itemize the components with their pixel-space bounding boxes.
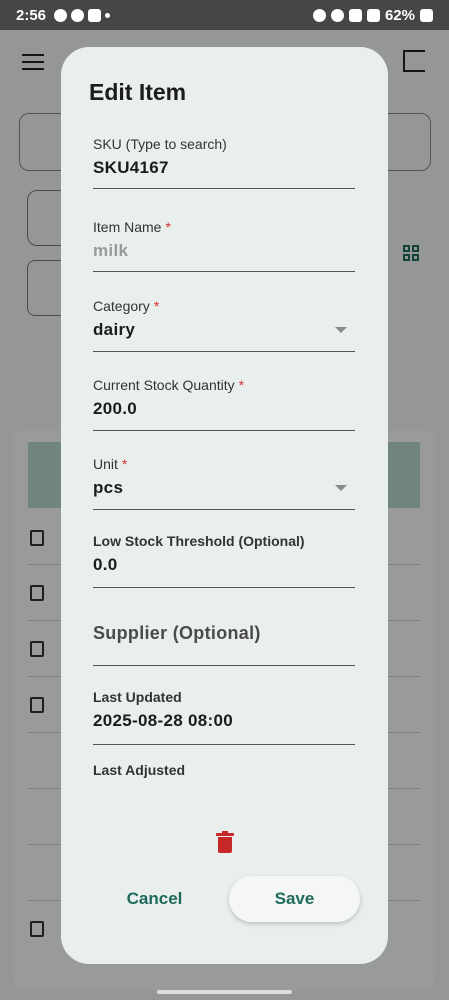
sku-field[interactable]: SKU (Type to search) SKU4167 [93,136,355,189]
hotspot-icon [330,8,344,22]
dropdown-arrow-icon [335,327,347,333]
whatsapp-icon [71,8,85,22]
notification-icons [54,8,111,22]
last-updated-field: Last Updated 2025-08-28 08:00 [93,689,355,745]
stock-quantity-value: 200.0 [93,399,138,418]
battery-icon [420,8,433,22]
low-stock-threshold-value: 0.0 [93,555,118,574]
last-updated-label: Last Updated [93,689,182,705]
item-name-field: Item Name * milk [93,219,355,272]
low-stock-threshold-field[interactable]: Low Stock Threshold (Optional) 0.0 [93,533,355,588]
dropdown-arrow-icon [335,485,347,491]
required-marker: * [153,298,160,314]
unit-dropdown[interactable]: Unit * pcs [93,456,355,510]
category-label: Category * [93,298,160,314]
sku-value: SKU4167 [93,158,169,177]
supplier-placeholder: Supplier (Optional) [93,623,261,643]
supplier-field[interactable]: Supplier (Optional) [93,623,355,666]
alarm-icon [312,8,326,22]
required-marker: * [121,456,128,472]
cancel-button[interactable]: Cancel [107,876,202,922]
edit-item-dialog: Edit Item SKU (Type to search) SKU4167 I… [61,47,388,964]
stock-quantity-field[interactable]: Current Stock Quantity * 200.0 [93,377,355,431]
sku-label: SKU (Type to search) [93,136,227,152]
stock-quantity-label: Current Stock Quantity * [93,377,245,393]
unit-value: pcs [93,478,124,497]
battery-level: 62% [384,6,415,24]
last-adjusted-label: Last Adjusted [93,762,186,778]
facebook-icon [54,8,68,22]
category-dropdown[interactable]: Category * dairy [93,298,355,352]
document-icon [88,8,102,22]
signal-icon [366,8,380,22]
status-time: 2:56 [16,6,47,24]
item-name-value: milk [93,241,129,260]
low-stock-threshold-label: Low Stock Threshold (Optional) [93,533,305,549]
required-marker: * [238,377,245,393]
status-bar: 2:56 62% [0,0,449,30]
volte-icon [348,8,362,22]
more-notifications-icon [105,12,111,18]
last-updated-value: 2025-08-28 08:00 [93,711,233,730]
required-marker: * [165,219,171,235]
unit-label: Unit * [93,456,128,472]
item-name-label: Item Name * [93,219,171,235]
delete-icon[interactable] [216,831,234,854]
category-value: dairy [93,320,136,339]
save-button[interactable]: Save [229,876,360,922]
dialog-title: Edit Item [89,79,187,105]
gesture-nav-handle[interactable] [157,990,292,994]
